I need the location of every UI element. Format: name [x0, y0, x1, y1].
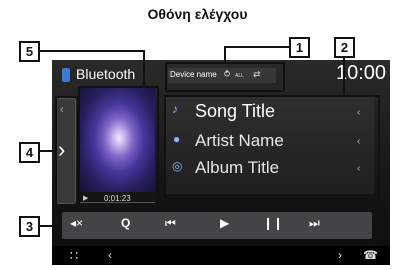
callout-2: 2: [334, 37, 355, 58]
callout-leader-5: [38, 50, 144, 52]
callout-1: 1: [289, 37, 310, 58]
callout-3: 3: [19, 216, 40, 237]
callout-frame-2: [164, 95, 380, 200]
callout-4: 4: [19, 142, 40, 163]
page-heading: Οθόνη ελέγχου: [147, 6, 248, 22]
bluetooth-phone-icon: [62, 68, 70, 82]
callout-leader-2: [343, 54, 345, 97]
callout-leader-4: [38, 150, 57, 152]
back-chevron-icon[interactable]: ‹: [108, 248, 112, 262]
callout-leader-1-drop: [224, 46, 226, 64]
phone-icon[interactable]: ☎: [363, 248, 378, 262]
callout-5: 5: [19, 41, 40, 62]
callout-leader-3: [38, 225, 60, 227]
grid-menu-icon[interactable]: ∷: [70, 248, 78, 264]
callout-frame-1: [165, 62, 285, 92]
forward-chevron-icon[interactable]: ›: [338, 248, 342, 262]
callout-frame-4: [55, 96, 79, 208]
callout-leader-1: [224, 46, 290, 48]
callout-leader-5-drop: [143, 50, 145, 88]
callout-frame-5: [78, 86, 159, 210]
source-title[interactable]: Bluetooth: [76, 66, 135, 82]
callout-frame-3: [59, 210, 377, 245]
